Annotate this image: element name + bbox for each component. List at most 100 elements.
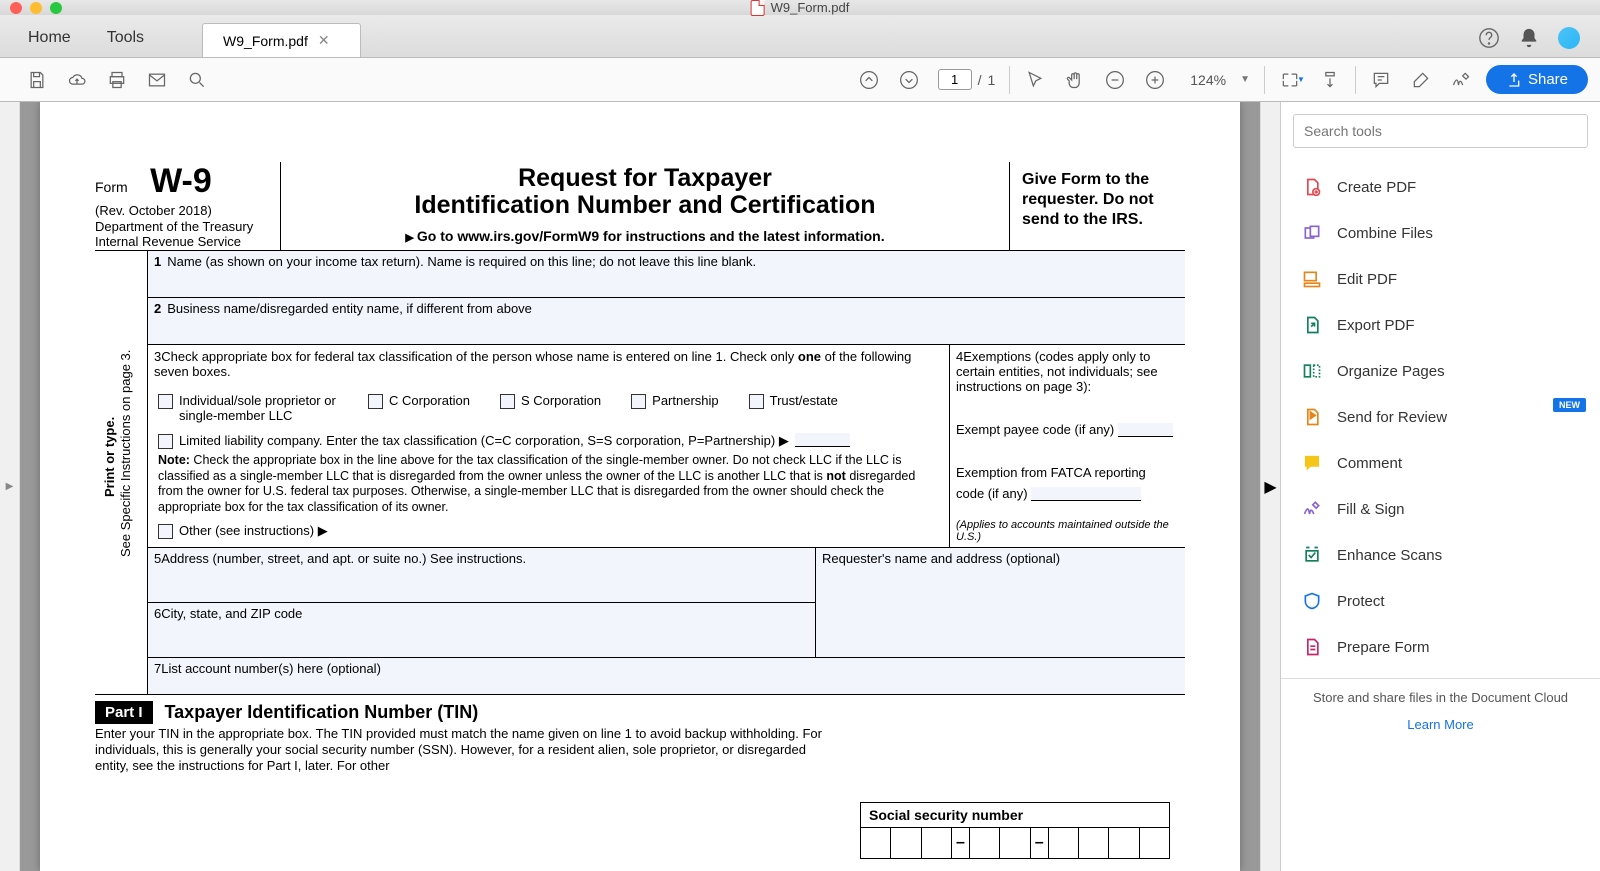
pdf-page: Print or type. See Specific Instructions… [40, 102, 1240, 871]
llc-classification-field[interactable] [795, 433, 850, 447]
tool-organize-pages[interactable]: Organize Pages [1281, 348, 1600, 394]
tin-instructions: Enter your TIN in the appropriate box. T… [95, 726, 835, 775]
checkbox-partnership[interactable] [631, 394, 646, 409]
checkbox-scorp[interactable] [500, 394, 515, 409]
fatca-code-field[interactable] [1031, 487, 1141, 501]
user-avatar[interactable] [1558, 27, 1580, 49]
page-current-input[interactable] [938, 69, 972, 90]
ssn-cells[interactable]: – – [861, 828, 1169, 858]
right-gutter-toggle[interactable]: ▶ [1260, 102, 1280, 871]
tool-fill-sign[interactable]: Fill & Sign [1281, 486, 1600, 532]
close-window-icon[interactable] [10, 2, 22, 14]
prepare-form-icon [1301, 636, 1323, 658]
zoom-in-icon[interactable] [1144, 69, 1166, 91]
page-down-icon[interactable] [898, 69, 920, 91]
share-button[interactable]: Share [1486, 65, 1588, 94]
chevron-down-icon: ▼ [1240, 74, 1250, 85]
cursor-icon[interactable] [1024, 69, 1046, 91]
cloud-storage-text: Store and share files in the Document Cl… [1281, 679, 1600, 717]
comment-tool-icon [1301, 452, 1323, 474]
tool-enhance-scans[interactable]: Enhance Scans [1281, 532, 1600, 578]
checkbox-individual[interactable] [158, 394, 173, 409]
organize-pages-icon [1301, 360, 1323, 382]
save-icon[interactable] [26, 69, 48, 91]
nav-tools[interactable]: Tools [89, 19, 162, 57]
minimize-window-icon[interactable] [30, 2, 42, 14]
zoom-out-icon[interactable] [1104, 69, 1126, 91]
tool-protect[interactable]: Protect [1281, 578, 1600, 624]
send-review-icon [1301, 406, 1323, 428]
create-pdf-icon [1301, 176, 1323, 198]
form-revision: (Rev. October 2018) [95, 203, 272, 218]
tool-comment[interactable]: Comment [1281, 440, 1600, 486]
toolbar: / 1 124% ▼ ▼ Share [0, 58, 1600, 102]
tool-combine-files[interactable]: Combine Files [1281, 210, 1600, 256]
tab-bar: Home Tools W9_Form.pdf ✕ [0, 15, 1600, 58]
document-tab[interactable]: W9_Form.pdf ✕ [202, 23, 361, 57]
new-badge: NEW [1553, 398, 1586, 412]
tools-panel: Create PDF Combine Files Edit PDF Export… [1280, 102, 1600, 871]
email-icon[interactable] [146, 69, 168, 91]
line-2[interactable]: 2Business name/disregarded entity name, … [148, 298, 1185, 345]
tool-create-pdf[interactable]: Create PDF [1281, 164, 1600, 210]
tool-edit-pdf[interactable]: Edit PDF [1281, 256, 1600, 302]
window-titlebar: W9_Form.pdf [0, 0, 1600, 15]
help-icon[interactable] [1478, 27, 1500, 49]
print-icon[interactable] [106, 69, 128, 91]
scroll-mode-icon[interactable] [1319, 69, 1341, 91]
give-form-note: Give Form to the requester. Do not send … [1010, 162, 1185, 250]
checkbox-ccorp[interactable] [368, 394, 383, 409]
maximize-window-icon[interactable] [50, 2, 62, 14]
learn-more-link[interactable]: Learn More [1281, 717, 1600, 732]
zoom-dropdown[interactable]: 124% ▼ [1184, 70, 1250, 90]
zoom-value: 124% [1184, 70, 1232, 90]
search-tools-input[interactable] [1293, 114, 1588, 148]
cloud-upload-icon[interactable] [66, 69, 88, 91]
tool-prepare-form[interactable]: Prepare Form [1281, 624, 1600, 670]
tool-export-pdf[interactable]: Export PDF [1281, 302, 1600, 348]
line-3: 3Check appropriate box for federal tax c… [148, 345, 950, 547]
enhance-scans-icon [1301, 544, 1323, 566]
form-number: W-9 [150, 162, 212, 200]
checkbox-trust[interactable] [749, 394, 764, 409]
combine-files-icon [1301, 222, 1323, 244]
line-5[interactable]: 5Address (number, street, and apt. or su… [148, 548, 815, 603]
form-sidebar-text1: Print or type. [102, 417, 117, 497]
document-tab-label: W9_Form.pdf [223, 33, 308, 49]
sign-icon[interactable] [1450, 69, 1472, 91]
protect-icon [1301, 590, 1323, 612]
edit-pdf-icon [1301, 268, 1323, 290]
fill-sign-icon [1301, 498, 1323, 520]
page-up-icon[interactable] [858, 69, 880, 91]
requester-address[interactable]: Requester's name and address (optional) [816, 548, 1185, 658]
export-pdf-icon [1301, 314, 1323, 336]
exempt-payee-field[interactable] [1118, 423, 1173, 437]
form-sidebar-text2: See Specific Instructions on page 3. [118, 350, 133, 557]
checkbox-other[interactable] [158, 524, 173, 539]
form-department: Department of the Treasury Internal Reve… [95, 220, 272, 250]
document-viewport[interactable]: Print or type. See Specific Instructions… [20, 102, 1260, 871]
checkbox-llc[interactable] [158, 434, 173, 449]
form-goto: Go to www.irs.gov/FormW9 for instruction… [301, 228, 989, 244]
notifications-icon[interactable] [1518, 27, 1540, 49]
line-7[interactable]: 7List account number(s) here (optional) [148, 658, 1185, 694]
comment-icon[interactable] [1370, 69, 1392, 91]
hand-icon[interactable] [1064, 69, 1086, 91]
ssn-box: Social security number – – [860, 802, 1170, 859]
nav-home[interactable]: Home [10, 19, 89, 57]
highlight-icon[interactable] [1410, 69, 1432, 91]
line-4: 4Exemptions (codes apply only to certain… [950, 345, 1185, 547]
close-tab-icon[interactable]: ✕ [318, 32, 330, 49]
form-label: Form [95, 179, 128, 195]
form-title-2: Identification Number and Certification [301, 192, 989, 220]
fit-width-icon[interactable]: ▼ [1279, 69, 1301, 91]
part-1-title: Taxpayer Identification Number (TIN) [165, 702, 479, 723]
left-panel-toggle[interactable]: ▶ [0, 102, 20, 871]
search-icon[interactable] [186, 69, 208, 91]
page-total: 1 [987, 72, 995, 88]
tool-send-review[interactable]: NEWSend for Review [1281, 394, 1600, 440]
line-6[interactable]: 6City, state, and ZIP code [148, 603, 815, 658]
page-indicator: / 1 [938, 69, 996, 90]
line-1[interactable]: 1Name (as shown on your income tax retur… [148, 251, 1185, 298]
form-title-1: Request for Taxpayer [301, 165, 989, 193]
